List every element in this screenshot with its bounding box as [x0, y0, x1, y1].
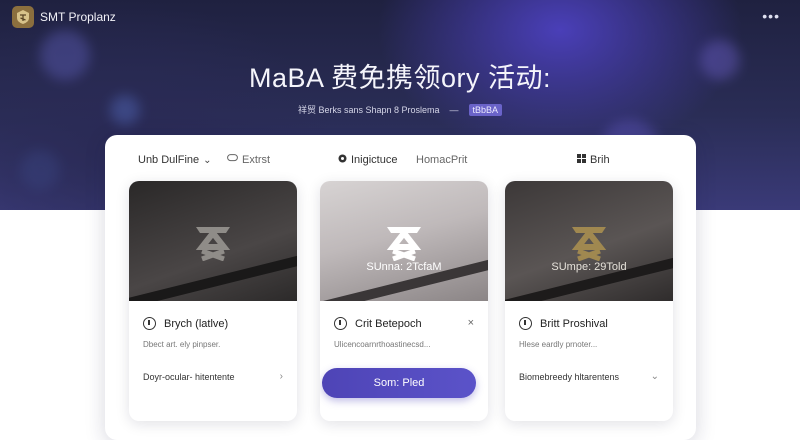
- thumbnail-caption: SUmpe: 29Told: [551, 261, 627, 273]
- card-thumbnail: [129, 181, 297, 301]
- product-card[interactable]: Brych (latlve) Dbect art. ely pinpser. D…: [129, 181, 297, 421]
- tab-label: Extrst: [242, 154, 271, 166]
- card-thumbnail: SUmpe: 29Told: [505, 181, 673, 301]
- hero-subtitle: 祥贸 Berks sans Shapn 8 Proslema — tBbBA: [0, 103, 800, 116]
- card-title: Crit Betepoch: [334, 317, 422, 330]
- product-card[interactable]: SUnna: 2TcfaM Crit Betepoch × Ulicencoar…: [320, 181, 488, 421]
- app-name: SMT Proplanz: [40, 10, 116, 24]
- subtitle-dash: —: [449, 104, 459, 115]
- card-title: Britt Proshival: [519, 317, 608, 330]
- chevron-down-icon: ⌄: [650, 371, 659, 382]
- card-description: Hlese eardly prnoter...: [519, 340, 598, 349]
- page-title: MaBA 费免携领ory 活动:: [248, 63, 552, 93]
- tab-homacprit[interactable]: HomacPrit: [416, 154, 467, 166]
- card-title-text: Britt Proshival: [540, 317, 608, 330]
- tab-label: Inigictuce: [351, 154, 398, 166]
- bokeh-decoration: [20, 150, 60, 190]
- chevron-right-icon: ›: [279, 371, 283, 382]
- emblem-icon: [386, 227, 422, 261]
- tab-label: Unb DulFine: [138, 154, 200, 166]
- card-title: Brych (latlve): [143, 317, 228, 330]
- chat-bubble-icon: [227, 154, 238, 166]
- chevron-down-icon: ⌄: [203, 154, 212, 166]
- tab-inigictuce[interactable]: Inigictuce: [338, 154, 397, 166]
- tab-extrst[interactable]: Extrst: [227, 154, 270, 166]
- tab-label: HomacPrit: [416, 154, 468, 166]
- close-icon[interactable]: ×: [468, 317, 474, 329]
- card-footer-dropdown[interactable]: Biomebreedy hltarentens ⌄: [519, 371, 659, 382]
- subtitle-tag[interactable]: tBbBA: [468, 103, 503, 116]
- emblem-icon: [195, 227, 231, 261]
- tab-bar: Unb DulFine ⌄ Extrst Inigictuce HomacPri…: [105, 135, 696, 185]
- info-circle-icon: [519, 317, 532, 330]
- card-description: Dbect art. ely pinpser.: [143, 340, 221, 349]
- primary-action-button[interactable]: Som: Pled: [322, 368, 476, 398]
- card-footer-text: Doyr-ocular- hitentente: [143, 371, 235, 382]
- target-icon: [338, 154, 347, 166]
- emblem-icon: [571, 227, 607, 261]
- tab-dropdown[interactable]: Unb DulFine ⌄: [138, 154, 212, 166]
- tab-label: Brih: [590, 154, 610, 166]
- subtitle-text: 祥贸 Berks sans Shapn 8 Proslema: [297, 105, 440, 115]
- card-footer-text: Biomebreedy hltarentens: [519, 371, 620, 382]
- info-circle-icon: [143, 317, 156, 330]
- grid-icon: [577, 154, 586, 166]
- app-logo[interactable]: SMT Proplanz: [12, 6, 116, 28]
- card-description: Ulicencoarnrthoastinecsd...: [334, 340, 431, 349]
- info-circle-icon: [334, 317, 347, 330]
- card-footer-link[interactable]: Doyr-ocular- hitentente ›: [143, 371, 283, 382]
- more-dots-icon[interactable]: •••: [762, 8, 780, 24]
- brand-emblem-icon: [12, 6, 34, 28]
- card-title-text: Brych (latlve): [164, 317, 229, 330]
- card-title-text: Crit Betepoch: [355, 317, 422, 330]
- product-card[interactable]: SUmpe: 29Told Britt Proshival Hlese eard…: [505, 181, 673, 421]
- tab-brih[interactable]: Brih: [577, 154, 610, 166]
- thumbnail-caption: SUnna: 2TcfaM: [366, 261, 442, 273]
- card-thumbnail: SUnna: 2TcfaM: [320, 181, 488, 301]
